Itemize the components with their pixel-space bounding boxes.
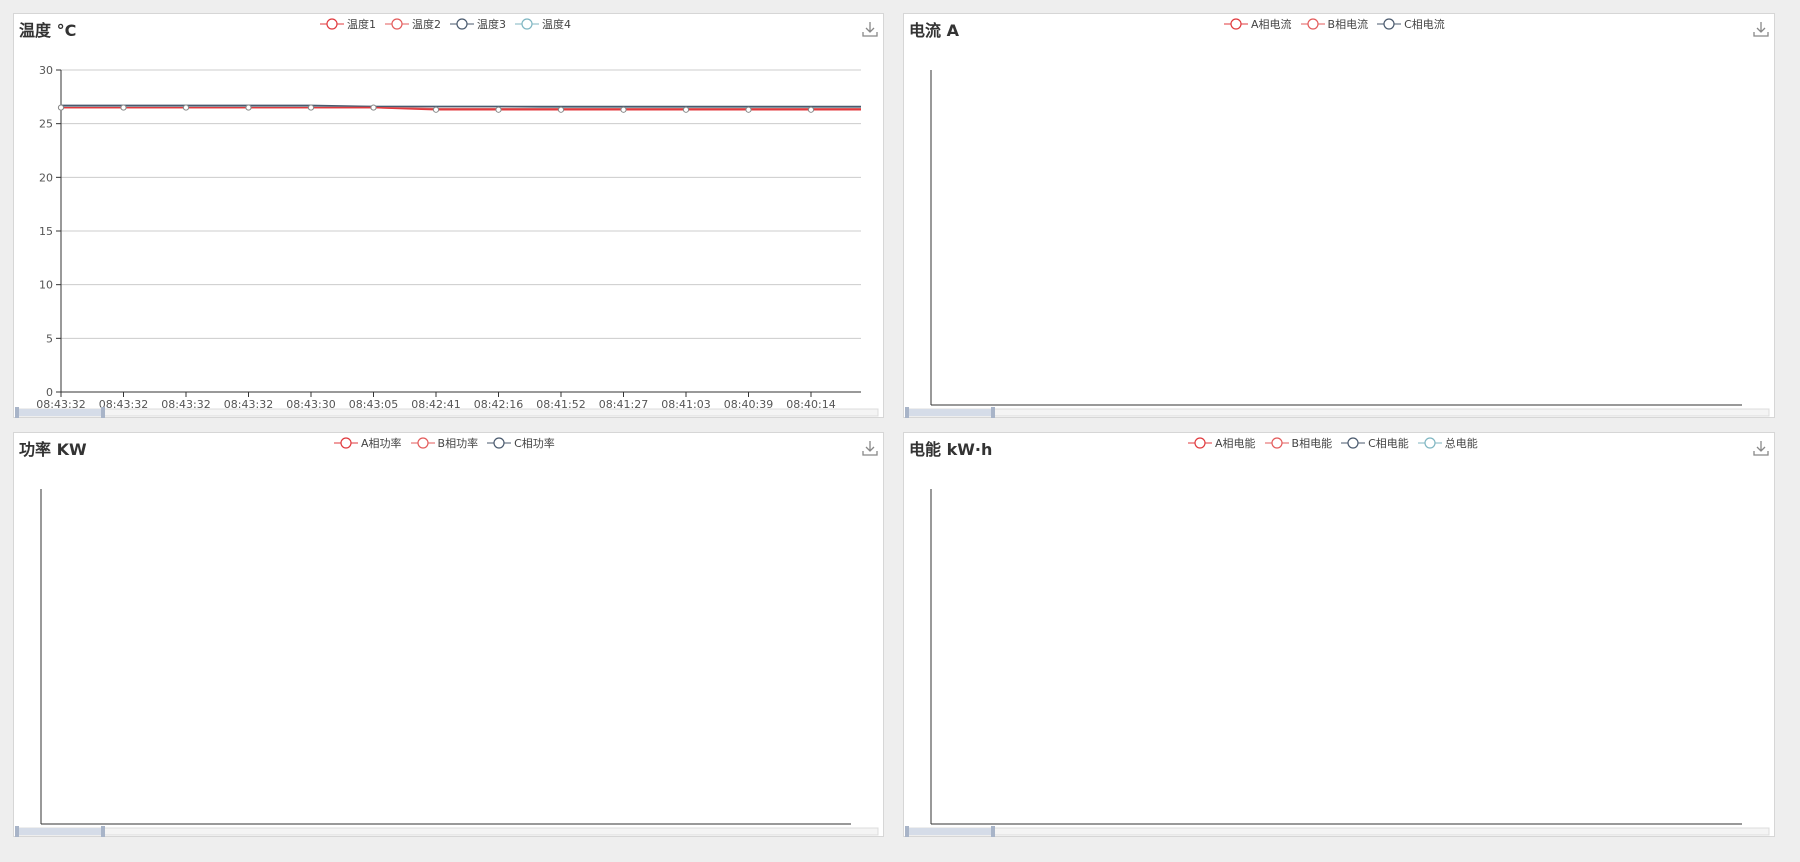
data-zoom-window[interactable] (907, 409, 993, 416)
data-point[interactable] (495, 106, 502, 113)
y-tick-label: 25 (39, 118, 53, 131)
data-zoom-handle-right[interactable] (991, 407, 995, 418)
power-line-chart (15, 489, 879, 837)
data-point[interactable] (620, 106, 627, 113)
temperature-chart-panel: 温度 °C 温度1 温度2 温度3 温度4 0 5 10 15 20 25 30 08:43:… (13, 13, 884, 418)
data-zoom-slider[interactable] (16, 408, 879, 417)
y-tick-label: 5 (46, 332, 53, 345)
y-tick-label: 15 (39, 225, 53, 238)
data-point[interactable] (120, 104, 127, 111)
data-zoom-handle-right[interactable] (991, 826, 995, 837)
y-tick-label: 30 (39, 64, 53, 77)
data-point[interactable] (57, 104, 65, 111)
data-zoom-slider[interactable] (906, 827, 1770, 836)
data-zoom-handle-left[interactable] (905, 826, 909, 837)
data-point[interactable] (307, 104, 315, 111)
y-tick-label: 20 (39, 171, 53, 184)
data-zoom-window[interactable] (17, 828, 103, 835)
data-point[interactable] (807, 106, 815, 113)
data-zoom-handle-right[interactable] (101, 826, 105, 837)
data-point[interactable] (682, 106, 690, 113)
power-chart-panel: 功率 KW A相功率 B相功率 C相功率 (13, 432, 884, 837)
data-zoom-slider[interactable] (16, 827, 879, 836)
data-zoom-handle-right[interactable] (101, 407, 105, 418)
current-chart-panel: 电流 A A相电流 B相电流 C相电流 (903, 13, 1775, 418)
data-point[interactable] (245, 104, 252, 111)
data-zoom-slider[interactable] (906, 408, 1770, 417)
data-point[interactable] (182, 104, 190, 111)
energy-chart-panel: 电能 kW·h A相电能 B相电能 C相电能 总电能 (903, 432, 1775, 837)
data-zoom-handle-left[interactable] (15, 407, 19, 418)
data-point[interactable] (370, 104, 377, 111)
data-zoom-window[interactable] (907, 828, 993, 835)
energy-line-chart (905, 489, 1770, 837)
temperature-line-chart: 05101520253008:43:32 08:43:32 08:43:32 08:4… (15, 64, 879, 418)
current-line-chart (905, 70, 1770, 418)
data-point[interactable] (432, 106, 440, 113)
y-tick-label: 10 (39, 279, 53, 292)
data-zoom-window[interactable] (17, 409, 103, 416)
data-point[interactable] (557, 106, 565, 113)
data-zoom-handle-left[interactable] (905, 407, 909, 418)
data-point[interactable] (745, 106, 752, 113)
data-zoom-handle-left[interactable] (15, 826, 19, 837)
